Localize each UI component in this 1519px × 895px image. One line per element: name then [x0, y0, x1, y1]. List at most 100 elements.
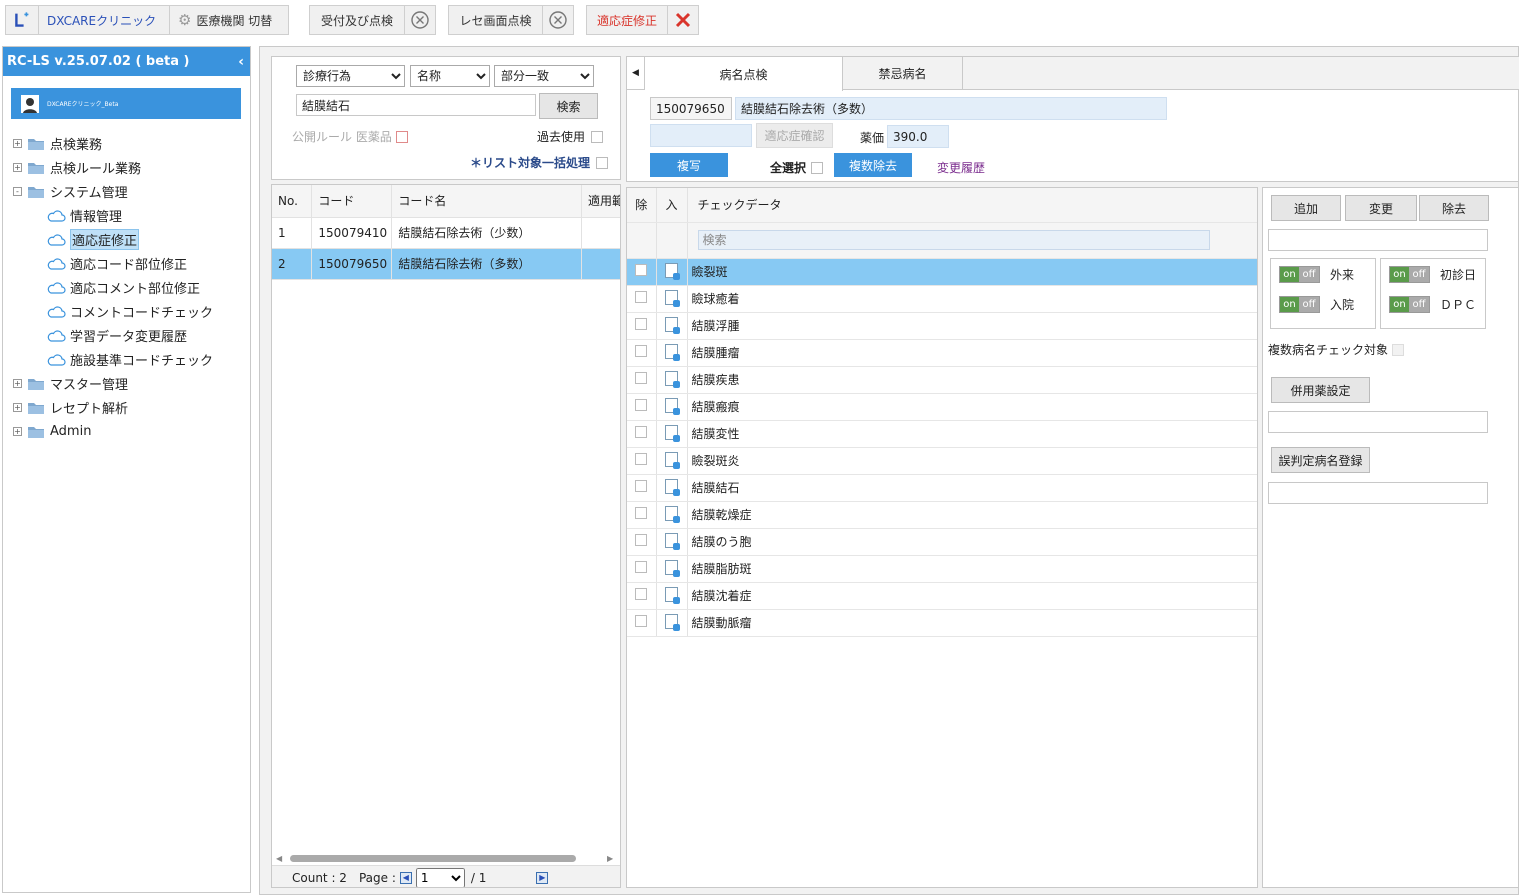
- page-select[interactable]: 1: [415, 867, 465, 887]
- document-icon[interactable]: [665, 478, 680, 496]
- check-row[interactable]: 結膜動脈瘤: [627, 609, 1257, 637]
- copy-button[interactable]: 複写: [650, 153, 728, 177]
- document-icon[interactable]: [665, 532, 680, 550]
- expand-icon[interactable]: +: [13, 426, 22, 436]
- remove-checkbox[interactable]: [635, 588, 648, 600]
- match-select[interactable]: 部分一致: [494, 65, 594, 87]
- check-row[interactable]: 瞼球癒着: [627, 285, 1257, 313]
- close-tab-rece-button[interactable]: [542, 5, 574, 35]
- remove-checkbox[interactable]: [635, 534, 648, 546]
- table-row-selected[interactable]: 2 150079650 結膜結石除去術（多数）: [272, 248, 620, 280]
- document-icon[interactable]: [665, 613, 680, 631]
- check-row[interactable]: 結膜変性: [627, 420, 1257, 448]
- document-icon[interactable]: [665, 451, 680, 469]
- sidebar-item[interactable]: + Admin: [13, 419, 213, 443]
- col-code[interactable]: コード: [311, 185, 393, 218]
- remove-button[interactable]: 除去: [1419, 195, 1489, 221]
- type-select[interactable]: 診療行為: [296, 65, 405, 87]
- confirm-indication-button[interactable]: 適応症確認: [756, 123, 833, 148]
- past-use-option[interactable]: 過去使用: [537, 128, 604, 145]
- next-page-icon[interactable]: ▶: [536, 871, 549, 884]
- multi-check-option[interactable]: 複数病名チェック対象: [1268, 341, 1405, 358]
- col-check-data[interactable]: チェックデータ: [687, 188, 1257, 223]
- check-row[interactable]: 結膜のう胞: [627, 528, 1257, 556]
- check-row-selected[interactable]: 瞼裂斑: [627, 258, 1257, 286]
- expand-icon[interactable]: +: [13, 138, 22, 148]
- history-link[interactable]: 変更履歴: [937, 159, 985, 176]
- expand-icon[interactable]: +: [13, 378, 22, 388]
- tab-rece-screen-check[interactable]: レセ画面点検: [448, 5, 543, 35]
- rule-input[interactable]: [1268, 229, 1488, 251]
- close-tab-reception-button[interactable]: [404, 5, 436, 35]
- multi-check-checkbox[interactable]: [1392, 343, 1405, 356]
- document-icon[interactable]: [665, 262, 680, 280]
- horizontal-scrollbar[interactable]: ◀ ▶: [276, 853, 616, 863]
- remove-checkbox[interactable]: [635, 264, 648, 276]
- indication-input[interactable]: [650, 124, 752, 147]
- remove-checkbox[interactable]: [635, 615, 648, 627]
- check-row[interactable]: 結膜脂肪斑: [627, 555, 1257, 583]
- misjudge-button[interactable]: 誤判定病名登録: [1271, 447, 1370, 473]
- document-icon[interactable]: [665, 505, 680, 523]
- collapse-icon[interactable]: -: [13, 186, 22, 196]
- select-all-option[interactable]: 全選択: [770, 159, 824, 176]
- document-icon[interactable]: [665, 370, 680, 388]
- misjudge-input[interactable]: [1268, 482, 1488, 504]
- change-button[interactable]: 変更: [1345, 195, 1417, 221]
- sidebar-item[interactable]: + マスター管理: [13, 371, 213, 395]
- sidebar-item[interactable]: + レセプト解析: [13, 395, 213, 419]
- expand-icon[interactable]: +: [13, 402, 22, 412]
- batch-option[interactable]: ＊リスト対象一括処理: [470, 154, 609, 171]
- check-row[interactable]: 結膜沈着症: [627, 582, 1257, 610]
- sidebar-item[interactable]: 適応コード部位修正: [13, 251, 213, 275]
- past-use-checkbox[interactable]: [591, 130, 604, 143]
- field-select[interactable]: 名称: [410, 65, 490, 87]
- col-apply[interactable]: 適用範: [581, 185, 620, 218]
- prev-page-icon[interactable]: ◀: [399, 871, 412, 884]
- dpc-toggle[interactable]: on off: [1389, 296, 1430, 313]
- document-icon[interactable]: [665, 316, 680, 334]
- collapse-sidebar-icon[interactable]: ‹: [238, 54, 244, 70]
- sidebar-item[interactable]: 情報管理: [13, 203, 213, 227]
- collapse-left-icon[interactable]: ◀: [627, 57, 645, 89]
- remove-checkbox[interactable]: [635, 345, 648, 357]
- check-row[interactable]: 瞼裂斑炎: [627, 447, 1257, 475]
- document-icon[interactable]: [665, 289, 680, 307]
- sidebar-item[interactable]: + 点検ルール業務: [13, 155, 213, 179]
- sidebar-item[interactable]: コメントコードチェック: [13, 299, 213, 323]
- inpatient-toggle[interactable]: on off: [1279, 296, 1320, 313]
- public-rule-option[interactable]: 公開ルール 医薬品: [292, 128, 408, 145]
- search-input[interactable]: 結膜結石: [296, 94, 536, 116]
- concomitant-button[interactable]: 併用薬設定: [1271, 377, 1370, 403]
- table-row[interactable]: 1 150079410 結膜結石除去術（少数）: [272, 217, 620, 249]
- remove-checkbox[interactable]: [635, 453, 648, 465]
- sidebar-item[interactable]: - システム管理: [13, 179, 213, 203]
- document-icon[interactable]: [665, 559, 680, 577]
- batch-checkbox[interactable]: [596, 156, 609, 169]
- first-visit-toggle[interactable]: on off: [1389, 266, 1430, 283]
- search-button[interactable]: 検索: [539, 93, 598, 119]
- close-tab-indication-button[interactable]: [667, 5, 699, 35]
- remove-checkbox[interactable]: [635, 507, 648, 519]
- sidebar-item[interactable]: 学習データ変更履歴: [13, 323, 213, 347]
- sidebar-item[interactable]: + 点検業務: [13, 131, 213, 155]
- clinic-button[interactable]: DXCAREクリニック: [38, 5, 170, 35]
- remove-checkbox[interactable]: [635, 426, 648, 438]
- app-logo-icon[interactable]: [5, 5, 39, 35]
- sidebar-item[interactable]: 適応コメント部位修正: [13, 275, 213, 299]
- public-rule-checkbox[interactable]: [395, 130, 408, 143]
- check-row[interactable]: 結膜瘢痕: [627, 393, 1257, 421]
- document-icon[interactable]: [665, 424, 680, 442]
- outpatient-toggle[interactable]: on off: [1279, 266, 1320, 283]
- check-row[interactable]: 結膜疾患: [627, 366, 1257, 394]
- check-row[interactable]: 結膜結石: [627, 474, 1257, 502]
- check-row[interactable]: 結膜腫瘤: [627, 339, 1257, 367]
- scroll-thumb[interactable]: [290, 855, 576, 862]
- remove-checkbox[interactable]: [635, 399, 648, 411]
- check-row[interactable]: 結膜乾燥症: [627, 501, 1257, 529]
- remove-checkbox[interactable]: [635, 291, 648, 303]
- concomitant-input[interactable]: [1268, 411, 1488, 433]
- tab-reception-check[interactable]: 受付及び点検: [309, 5, 405, 35]
- switch-clinic-button[interactable]: ⚙ 医療機関 切替: [169, 5, 289, 35]
- sidebar-item[interactable]: 適応症修正: [13, 227, 213, 251]
